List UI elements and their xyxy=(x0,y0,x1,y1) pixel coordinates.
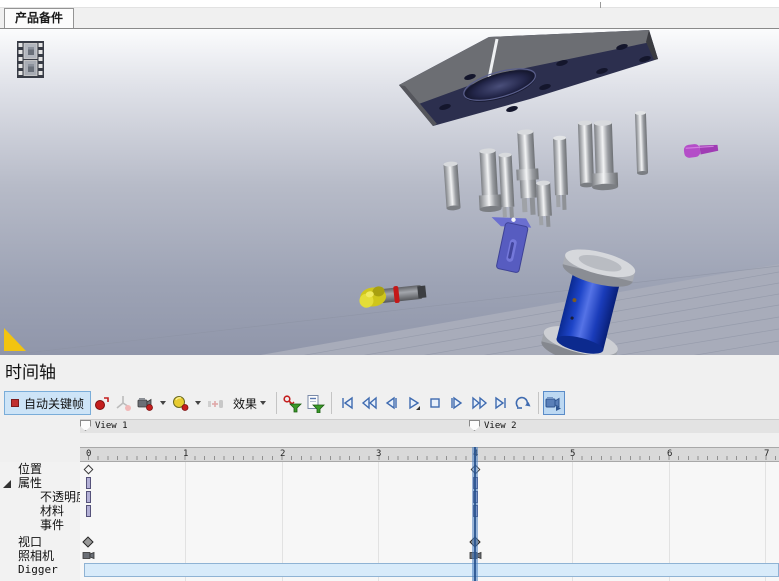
track-label-column: 位置 属性 不透明度 材料 事件 视口 照相机 Digger xyxy=(0,462,80,581)
ruler-number-2: 2 xyxy=(280,449,285,459)
loop-icon xyxy=(513,394,533,412)
camera-mode-icon xyxy=(544,394,564,412)
position-keyframe-button[interactable] xyxy=(113,391,135,415)
camera-keyframe-dropdown[interactable] xyxy=(160,401,166,405)
skip-start-icon xyxy=(338,394,356,412)
skip-to-start-button[interactable] xyxy=(336,391,358,415)
ruler-number-6: 6 xyxy=(667,449,672,459)
camera-mode-toggle[interactable] xyxy=(543,391,565,415)
light-keyframe-icon xyxy=(171,394,191,412)
attach-keyframe-icon xyxy=(206,394,226,412)
ruler-minor-ticks xyxy=(88,456,779,460)
skip-to-end-button[interactable] xyxy=(490,391,512,415)
effects-button[interactable]: 效果 xyxy=(227,391,272,415)
view2-marker-label[interactable]: View 2 xyxy=(484,421,517,431)
keyframe-material-t0[interactable] xyxy=(86,505,91,517)
viewport-corner-marker xyxy=(4,328,26,351)
record-keyframe-icon xyxy=(93,394,111,412)
auto-keyframe-label: 自动关键帧 xyxy=(24,395,84,412)
ruler-number-5: 5 xyxy=(570,449,575,459)
timeline-tracks: 位置 属性 不透明度 材料 事件 视口 照相机 Digger xyxy=(0,462,779,581)
tab-product-spare-parts[interactable]: 产品备件 xyxy=(4,8,74,28)
keyframe-position-t0[interactable] xyxy=(83,464,93,474)
document-tab-bar: 产品备件 xyxy=(0,8,779,28)
view-marker-row xyxy=(80,419,779,433)
playhead-line xyxy=(474,447,476,581)
ruler-number-7: 7 xyxy=(764,449,769,459)
fast-forward-button[interactable] xyxy=(468,391,490,415)
effects-label: 效果 xyxy=(233,395,257,412)
marker-sub-row xyxy=(0,433,779,447)
light-keyframe-dropdown[interactable] xyxy=(195,401,201,405)
move-axis-icon xyxy=(114,394,134,412)
keyframe-camera-t0[interactable] xyxy=(82,551,95,560)
step-forward-button[interactable] xyxy=(446,391,468,415)
keyframe-properties-t0[interactable] xyxy=(86,477,91,489)
attach-keyframe-button[interactable] xyxy=(205,391,227,415)
ground-grid xyxy=(0,264,779,355)
timeline-toolbar: 自动关键帧 xyxy=(0,389,779,417)
skip-end-icon xyxy=(492,394,510,412)
base-plate-part[interactable] xyxy=(399,30,658,126)
application-window: 产品备件 xyxy=(0,0,779,581)
key-filter-icon xyxy=(282,394,303,413)
set-keyframe-button[interactable] xyxy=(91,391,113,415)
keyframe-viewport-t0[interactable] xyxy=(82,536,93,547)
filter-keys-button[interactable] xyxy=(281,391,304,415)
yellow-connector-part[interactable] xyxy=(358,282,427,309)
step-back-button[interactable] xyxy=(380,391,402,415)
magenta-screw-part[interactable] xyxy=(683,141,718,158)
digger-range-bar[interactable] xyxy=(84,563,779,577)
play-icon xyxy=(404,394,422,412)
window-top-strip xyxy=(0,0,779,8)
toolbar-separator xyxy=(331,392,332,414)
camera-keyframe-icon xyxy=(136,394,156,412)
filmstrip-icon[interactable] xyxy=(17,41,44,78)
fast-rewind-icon xyxy=(360,394,379,412)
stop-icon xyxy=(426,394,444,412)
play-button[interactable] xyxy=(402,391,424,415)
filter-properties-button[interactable] xyxy=(304,391,327,415)
ruler-number-0: 0 xyxy=(86,449,91,459)
toolbar-separator xyxy=(276,392,277,414)
playhead[interactable] xyxy=(472,447,478,581)
properties-expander-icon[interactable] xyxy=(3,480,11,488)
auto-keyframe-button[interactable]: 自动关键帧 xyxy=(4,391,91,415)
ruler-number-3: 3 xyxy=(376,449,381,459)
toolbar-separator xyxy=(538,392,539,414)
keyframe-opacity-t0[interactable] xyxy=(86,491,91,503)
light-keyframe-button[interactable] xyxy=(170,391,192,415)
step-back-icon xyxy=(382,394,400,412)
ruler-number-1: 1 xyxy=(183,449,188,459)
track-grid-area[interactable] xyxy=(80,462,779,581)
effects-dropdown-arrow xyxy=(260,401,266,405)
view1-marker-label[interactable]: View 1 xyxy=(95,421,128,431)
fast-forward-icon xyxy=(470,394,489,412)
viewport-3d[interactable] xyxy=(0,28,779,355)
fast-rewind-button[interactable] xyxy=(358,391,380,415)
camera-keyframe-button[interactable] xyxy=(135,391,157,415)
loop-playback-button[interactable] xyxy=(512,391,534,415)
pin-parts-cluster[interactable] xyxy=(443,111,648,228)
timeline-panel-title: 时间轴 xyxy=(5,358,56,383)
stop-button[interactable] xyxy=(424,391,446,415)
exploded-assembly-scene xyxy=(0,29,779,355)
page-filter-icon xyxy=(305,394,326,413)
step-forward-icon xyxy=(448,394,466,412)
record-square-icon xyxy=(11,399,19,407)
bracket-part[interactable] xyxy=(481,211,533,273)
timeline-ruler[interactable]: 0 1 2 3 4 5 6 7 xyxy=(80,447,779,462)
